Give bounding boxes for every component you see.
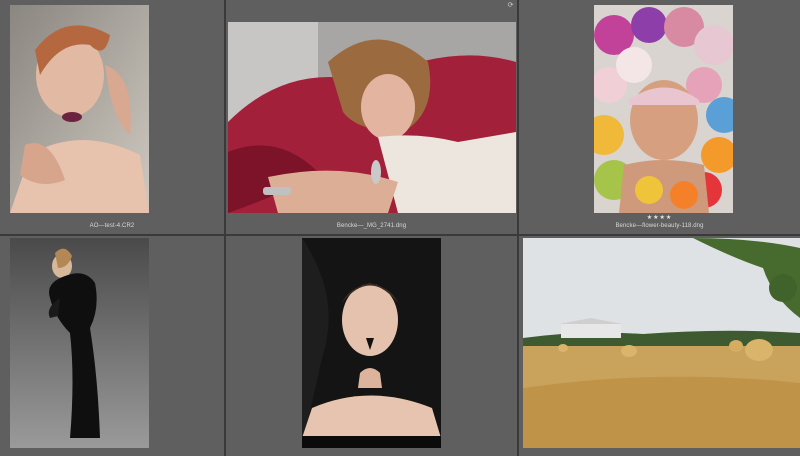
grid-cell[interactable]	[519, 236, 800, 456]
thumbnail-filename: Bencke—flower-beauty-118.dng	[615, 223, 704, 229]
thumbnail-image[interactable]	[594, 5, 733, 213]
thumbnail-image[interactable]	[302, 238, 441, 448]
thumbnail-filename: AO—test-4.CR2	[89, 223, 135, 229]
sync-icon[interactable]: ⟳	[507, 2, 514, 9]
thumbnail-image[interactable]	[228, 22, 516, 213]
thumbnail-image[interactable]	[10, 5, 149, 213]
grid-cell[interactable]	[0, 236, 224, 456]
grid-cell[interactable]: ⟳ Bencke—_MG_2741.dng	[226, 0, 517, 234]
grid-cell[interactable]: ★★★★ Bencke—flower-beauty-118.dng	[519, 0, 800, 234]
thumbnail-image[interactable]	[10, 238, 149, 448]
thumbnail-image[interactable]	[523, 238, 800, 448]
grid-cell[interactable]: AO—test-4.CR2	[0, 0, 224, 234]
thumbnail-grid: AO—test-4.CR2 ⟳ Bencke—_MG_2741.dng ★★★★…	[0, 0, 800, 456]
star-rating[interactable]: ★★★★	[519, 214, 800, 221]
grid-cell[interactable]	[226, 236, 517, 456]
thumbnail-filename: Bencke—_MG_2741.dng	[336, 223, 407, 229]
